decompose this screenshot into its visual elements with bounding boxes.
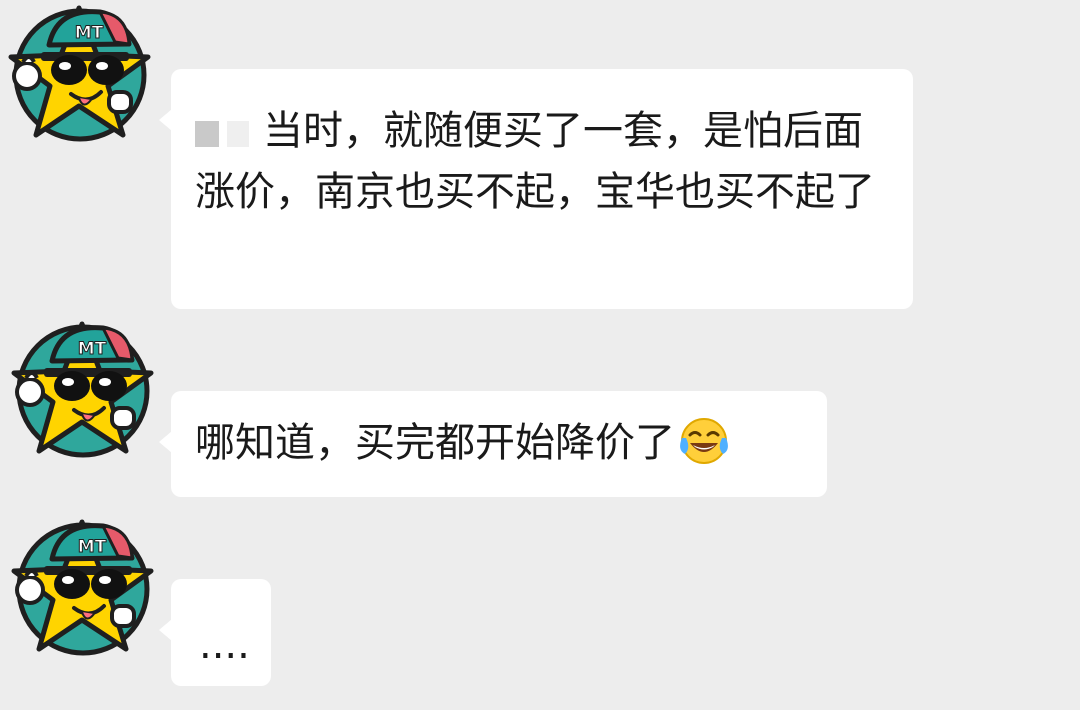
tears-of-joy-emoji-icon	[677, 416, 731, 484]
redacted-name-block	[227, 121, 249, 147]
message-bubble[interactable]: 当时，就随便买了一套，是怕后面涨价，南京也买不起，宝华也买不起了	[159, 69, 913, 309]
message-bubble[interactable]: ....	[159, 579, 271, 686]
message-bubble[interactable]: 哪知道，买完都开始降价了	[159, 391, 827, 497]
star-mascot-avatar-icon[interactable]: MT	[5, 0, 155, 150]
star-mascot-avatar-icon[interactable]: MT	[8, 316, 158, 466]
redacted-name-block	[195, 121, 219, 147]
avatar-cap-text: MT	[78, 339, 107, 359]
avatar-image: MT	[8, 316, 158, 466]
message-text: 哪知道，买完都开始降价了	[195, 420, 675, 466]
avatar-image: MT	[8, 514, 158, 664]
chat-area: MT 当时，就随便买了一套，是怕后面涨价，南京也买不起，宝华也买不起了 MT 哪…	[0, 0, 1080, 710]
avatar-cap-text: MT	[75, 23, 104, 43]
message-text: 当时，就随便买了一套，是怕后面涨价，南京也买不起，宝华也买不起了	[195, 108, 875, 215]
avatar-image: MT	[5, 0, 155, 150]
avatar-cap-text: MT	[78, 537, 107, 557]
star-mascot-avatar-icon[interactable]: MT	[8, 514, 158, 664]
message-text: ....	[199, 622, 250, 668]
